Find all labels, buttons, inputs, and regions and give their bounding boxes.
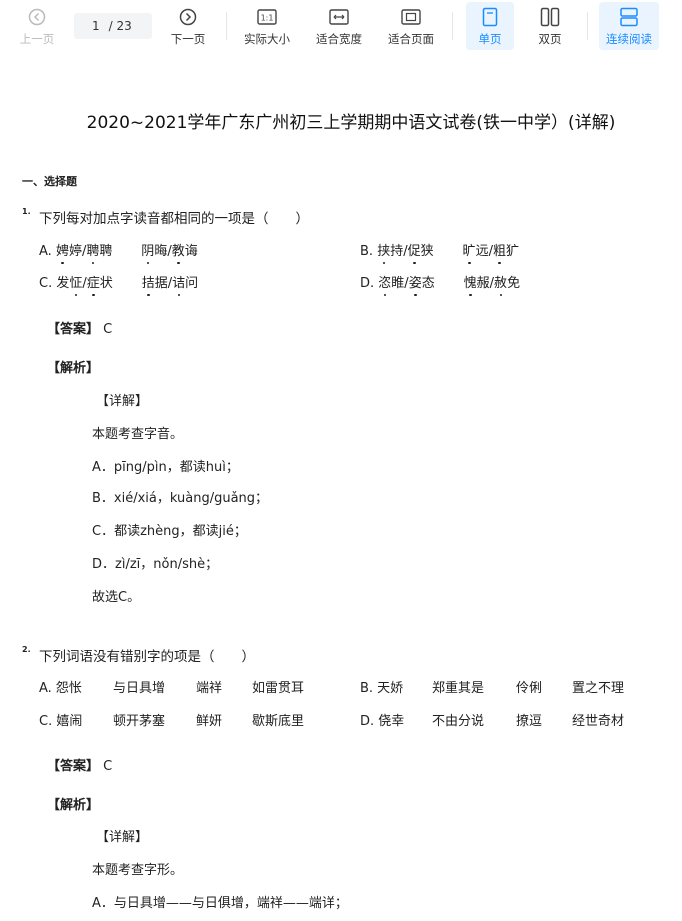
section-heading: 一、选择题 (22, 175, 77, 188)
single-page-label: 单页 (478, 32, 502, 46)
prev-page-button[interactable]: 上一页 (14, 6, 60, 52)
option-a: A. 娉婷/聘聘 阴晦/教诲 (39, 240, 198, 264)
option-cell: C. 嬉闹 (39, 714, 83, 729)
detail-label: 【详解】 (96, 394, 149, 409)
toolbar-divider (226, 12, 227, 40)
option-cell: 伶俐 (516, 681, 543, 696)
page-indicator[interactable]: 1 / 23 (74, 13, 152, 39)
analysis-label: 【解析】 (47, 798, 100, 813)
continuous-reading-label: 连续阅读 (606, 32, 652, 46)
answer-line: 【答案】 C (47, 318, 112, 337)
answer-line: 【答案】 C (47, 755, 112, 774)
option-cell: 与日具增 (113, 681, 166, 696)
fit-width-icon (329, 6, 349, 28)
option-cell: 鲜妍 (196, 714, 223, 729)
explanation-line: 本题考查字形。 (92, 863, 184, 878)
option-cell: B. 天娇 (360, 681, 404, 696)
option-cell: 不由分说 (432, 714, 485, 729)
option-cell: A. 怨怅 (39, 681, 82, 696)
page-current[interactable]: 1 (92, 19, 100, 33)
double-page-label: 双页 (538, 32, 562, 46)
actual-size-label: 实际大小 (244, 32, 290, 46)
detail-label: 【详解】 (96, 830, 149, 845)
fit-page-label: 适合页面 (388, 32, 434, 46)
next-page-button[interactable]: 下一页 (165, 6, 211, 52)
double-page-button[interactable]: 双页 (527, 6, 573, 52)
analysis-label: 【解析】 (47, 361, 100, 376)
option-cell: D. 侥幸 (360, 714, 405, 729)
chevron-right-circle-icon (179, 6, 197, 28)
fit-width-label: 适合宽度 (316, 32, 362, 46)
page-total: / 23 (108, 19, 132, 33)
page-title: 2020~2021学年广东广州初三上学期期中语文试卷(铁一中学）(详解) (86, 113, 616, 133)
single-page-icon (482, 6, 498, 28)
option-cell: 置之不理 (572, 681, 625, 696)
question-number: 2. (22, 645, 31, 654)
option-cell: 歇斯底里 (252, 714, 305, 729)
continuous-reading-icon (619, 6, 639, 28)
viewer-toolbar: 上一页 1 / 23 下一页 1:1 实际大小 适合宽度 适合页面 单页 双页 … (0, 0, 682, 56)
continuous-reading-button[interactable]: 连续阅读 (599, 2, 659, 50)
explanation-line: A．与日具增——与日俱增，端祥——端详； (92, 896, 348, 911)
actual-size-button[interactable]: 1:1 实际大小 (240, 6, 294, 52)
next-page-label: 下一页 (170, 32, 206, 46)
option-b: B. 挟持/促狭 旷远/粗犷 (360, 240, 519, 264)
explanation-line: B．xié/xiá，kuàng/guǎng； (92, 491, 269, 506)
option-d: D. 恣睢/姿态 愧赧/赦免 (360, 272, 520, 296)
option-cell: 经世奇材 (572, 714, 625, 729)
actual-size-icon: 1:1 (257, 6, 277, 28)
answer-value: C (103, 759, 113, 774)
option-cell: 端祥 (196, 681, 223, 696)
explanation-line: D．zì/zī，nǒn/shè； (92, 557, 219, 572)
single-page-button[interactable]: 单页 (466, 2, 514, 50)
explanation-line: 本题考查字音。 (92, 427, 184, 442)
question-number: 1. (22, 207, 31, 216)
prev-page-label: 上一页 (19, 32, 55, 46)
option-c: C. 发怔/症状 拮据/诘问 (39, 272, 198, 296)
fit-width-button[interactable]: 适合宽度 (312, 6, 366, 52)
chevron-left-circle-icon (28, 6, 46, 28)
answer-value: C (103, 322, 113, 337)
explanation-line: C．都读zhèng，都读jié； (92, 524, 247, 539)
question-text: 下列词语没有错别字的项是（ ） (39, 649, 255, 665)
explanation-line: 故选C。 (92, 590, 141, 605)
fit-page-button[interactable]: 适合页面 (384, 6, 438, 52)
svg-text:1:1: 1:1 (261, 14, 274, 23)
double-page-icon (540, 6, 560, 28)
question-text: 下列每对加点字读音都相同的一项是（ ） (39, 211, 309, 227)
option-cell: 郑重其是 (432, 681, 485, 696)
toolbar-divider (452, 12, 453, 40)
explanation-line: A．pīng/pìn，都读huì； (92, 460, 239, 475)
option-cell: 如雷贯耳 (252, 681, 305, 696)
answer-label: 【答案】 (47, 759, 100, 774)
answer-label: 【答案】 (47, 322, 100, 337)
option-cell: 撩逗 (516, 714, 543, 729)
fit-page-icon (401, 6, 421, 28)
toolbar-divider (587, 12, 588, 40)
option-cell: 顿开茅塞 (113, 714, 166, 729)
